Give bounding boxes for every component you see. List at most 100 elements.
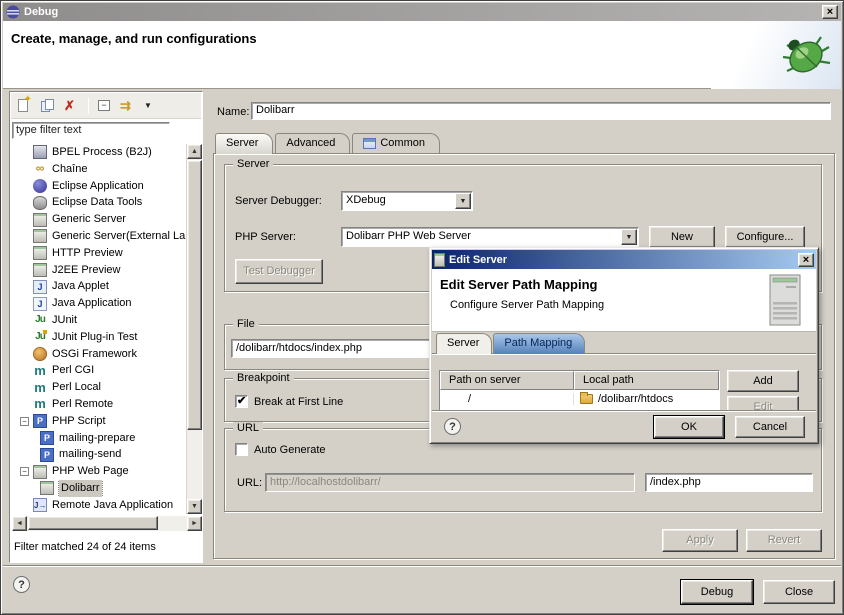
page-title: Create, manage, and run configurations <box>3 21 841 46</box>
url-path-input[interactable]: /index.php <box>645 473 813 492</box>
dropdown-arrow-icon[interactable]: ▼ <box>144 98 161 114</box>
tree-item-perl-remote[interactable]: Perl Remote <box>12 396 186 413</box>
column-header-local-path[interactable]: Local path <box>574 371 719 390</box>
database-icon <box>33 196 47 210</box>
tab-server[interactable]: Server <box>215 133 273 154</box>
cancel-button[interactable]: Cancel <box>735 416 805 438</box>
filter-input[interactable]: type filter text <box>12 122 170 139</box>
collapse-expander-icon[interactable]: − <box>20 417 29 426</box>
tree-item-junit[interactable]: JUnit <box>12 312 186 329</box>
edit-server-header: Edit Server Path Mapping Configure Serve… <box>432 269 816 332</box>
chevron-down-icon[interactable]: ▼ <box>621 229 637 245</box>
server-icon <box>33 246 47 260</box>
configuration-tabs: Server Advanced Common <box>215 133 442 154</box>
configure-button[interactable]: Configure... <box>725 226 805 248</box>
tree-item-dolibarr[interactable]: Dolibarr <box>12 480 186 497</box>
server-icon <box>33 213 47 227</box>
tree-item-mailing-send[interactable]: mailing-send <box>12 446 186 463</box>
tree-vertical-scrollbar[interactable]: ▲ ▼ <box>186 144 202 514</box>
break-first-line-label: Break at First Line <box>254 396 343 408</box>
revert-button[interactable]: Revert <box>746 529 822 552</box>
dialog-tab-path-mapping[interactable]: Path Mapping <box>493 333 585 354</box>
java-application-icon <box>33 297 47 311</box>
server-icon <box>33 465 47 479</box>
server-icon <box>40 481 54 495</box>
table-icon <box>363 138 376 149</box>
server-debugger-label: Server Debugger: <box>235 195 322 207</box>
edit-server-titlebar[interactable]: Edit Server × <box>432 250 816 269</box>
close-button[interactable]: Close <box>763 580 835 604</box>
tree-horizontal-scrollbar[interactable]: ◄ ► <box>12 516 202 531</box>
test-debugger-button[interactable]: Test Debugger <box>235 259 323 284</box>
tree-item-eclipse-application[interactable]: Eclipse Application <box>12 178 186 195</box>
collapse-all-icon[interactable]: − <box>96 98 113 114</box>
tree-item-generic-server-external[interactable]: Generic Server(External La <box>12 228 186 245</box>
scroll-up-icon[interactable]: ▲ <box>187 144 202 159</box>
tree-item-bpel[interactable]: BPEL Process (B2J) <box>12 144 186 161</box>
window-close-icon[interactable]: × <box>822 5 838 19</box>
tree-item-junit-plugin[interactable]: JUnit Plug-in Test <box>12 329 186 346</box>
php-icon <box>33 414 47 428</box>
server-icon <box>33 229 47 243</box>
window-title: Debug <box>24 6 822 18</box>
dialog-footer: ? Debug Close <box>3 565 841 612</box>
auto-generate-checkbox[interactable] <box>235 443 248 456</box>
tree-item-generic-server[interactable]: Generic Server <box>12 211 186 228</box>
collapse-expander-icon[interactable]: − <box>20 467 29 476</box>
tree-item-java-application[interactable]: Java Application <box>12 295 186 312</box>
scroll-left-icon[interactable]: ◄ <box>12 516 27 531</box>
perl-camel-icon <box>33 364 47 378</box>
tree-item-eclipse-data-tools[interactable]: Eclipse Data Tools <box>12 194 186 211</box>
edit-server-title: Edit Server <box>449 254 798 266</box>
new-server-button[interactable]: New <box>649 226 715 248</box>
window-titlebar[interactable]: Debug × <box>3 3 841 21</box>
remote-java-icon <box>33 498 47 512</box>
break-first-line-checkbox[interactable] <box>235 395 248 408</box>
server-debugger-select[interactable]: XDebug ▼ <box>341 191 473 211</box>
column-header-path-on-server[interactable]: Path on server <box>440 371 574 390</box>
tree-item-php-web-page[interactable]: −PHP Web Page <box>12 463 186 480</box>
eclipse-logo-icon <box>6 5 20 19</box>
scroll-down-icon[interactable]: ▼ <box>187 499 202 514</box>
vertical-scroll-thumb[interactable] <box>187 160 202 430</box>
duplicate-icon[interactable] <box>40 98 57 114</box>
help-icon[interactable]: ? <box>13 576 30 593</box>
server-icon <box>33 263 47 277</box>
debug-button[interactable]: Debug <box>681 580 753 604</box>
chevron-down-icon[interactable]: ▼ <box>455 193 471 209</box>
ok-button[interactable]: OK <box>654 416 724 438</box>
tree-item-java-applet[interactable]: Java Applet <box>12 278 186 295</box>
filter-icon[interactable]: ⇉ <box>120 98 137 114</box>
tree-item-remote-java[interactable]: Remote Java Application <box>12 497 186 514</box>
new-configuration-icon[interactable] <box>16 98 33 114</box>
configurations-tree: BPEL Process (B2J) Chaîne Eclipse Applic… <box>12 144 202 514</box>
horizontal-scroll-thumb[interactable] <box>28 516 158 530</box>
tree-item-mailing-prepare[interactable]: mailing-prepare <box>12 430 186 447</box>
table-row[interactable]: / /dolibarr/htdocs <box>440 390 719 408</box>
dialog-close-icon[interactable]: × <box>798 253 814 267</box>
name-input[interactable]: Dolibarr <box>251 102 831 120</box>
tree-item-http-preview[interactable]: HTTP Preview <box>12 245 186 262</box>
tree-item-osgi[interactable]: OSGi Framework <box>12 346 186 363</box>
debug-window: Debug × Create, manage, and run configur… <box>0 0 844 615</box>
tree-item-j2ee-preview[interactable]: J2EE Preview <box>12 262 186 279</box>
tree-item-perl-cgi[interactable]: Perl CGI <box>12 362 186 379</box>
configurations-panel: ✗ − ⇉ ▼ type filter text BPEL Process (B… <box>9 91 203 563</box>
dialog-tab-server[interactable]: Server <box>436 333 492 354</box>
tree-item-php-script[interactable]: −PHP Script <box>12 413 186 430</box>
tab-common[interactable]: Common <box>352 133 440 154</box>
php-server-select[interactable]: Dolibarr PHP Web Server ▼ <box>341 227 639 247</box>
dialog-help-icon[interactable]: ? <box>444 418 461 435</box>
junit-plugin-icon <box>33 330 47 344</box>
scroll-right-icon[interactable]: ► <box>187 516 202 531</box>
tree-item-perl-local[interactable]: Perl Local <box>12 379 186 396</box>
add-mapping-button[interactable]: Add <box>727 370 799 392</box>
configurations-toolbar: ✗ − ⇉ ▼ <box>11 93 201 119</box>
auto-generate-label: Auto Generate <box>254 444 326 456</box>
tree-item-chaine[interactable]: Chaîne <box>12 161 186 178</box>
eclipse-sphere-icon <box>33 179 47 193</box>
delete-icon[interactable]: ✗ <box>64 98 81 114</box>
tab-advanced[interactable]: Advanced <box>275 133 350 154</box>
path-mapping-table: Path on server Local path / /dolibarr/ht… <box>439 370 720 414</box>
apply-button[interactable]: Apply <box>662 529 738 552</box>
